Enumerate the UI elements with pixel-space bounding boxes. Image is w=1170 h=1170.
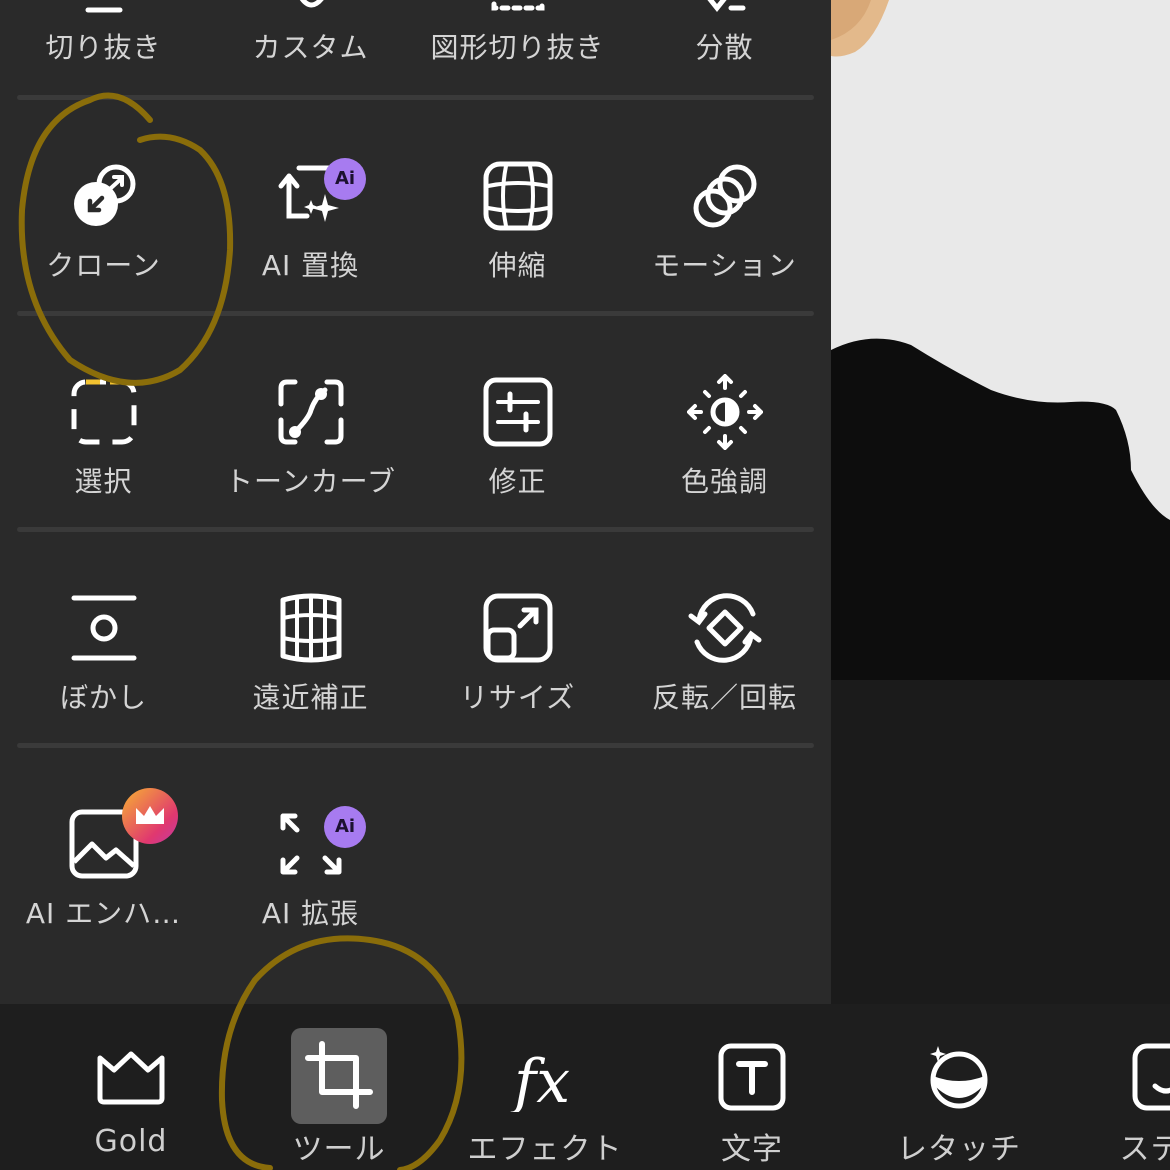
tool-tone-curve[interactable]: トーンカーブ	[207, 374, 414, 574]
divider	[17, 311, 814, 316]
fx-icon: fx	[510, 1042, 580, 1117]
tool-color-enhance[interactable]: 色強調	[621, 373, 828, 574]
tab-label: ステッ	[1119, 1132, 1170, 1167]
photo-preview	[831, 0, 1170, 1004]
retouch-icon	[924, 1042, 994, 1112]
tab-effects[interactable]: fx エフェクト	[445, 1004, 645, 1170]
tool-resize[interactable]: リサイズ	[414, 590, 621, 790]
svg-text:fx: fx	[510, 1047, 570, 1112]
crop-icon	[304, 1040, 374, 1110]
flip-rotate-icon	[687, 590, 763, 666]
tool-label: リサイズ	[459, 681, 576, 714]
tab-label: レタッチ	[897, 1132, 1021, 1167]
tool-label: 反転／回転	[651, 681, 797, 714]
tools-panel: 切り抜き カスタム 図形切り抜き 分散 クローン Ai AI 置換 伸縮 モーシ…	[0, 0, 831, 1004]
tool-label: AI 置換	[261, 249, 360, 282]
stretch-icon	[480, 158, 556, 234]
tool-label: 遠近補正	[252, 681, 369, 714]
tool-label: AI 拡張	[261, 897, 360, 930]
tool-ai-replace[interactable]: Ai AI 置換	[207, 158, 414, 358]
tool-blur[interactable]: ぼかし	[0, 590, 207, 790]
clone-icon	[66, 158, 142, 234]
tool-label: ぼかし	[59, 681, 147, 714]
select-icon	[66, 374, 142, 450]
blur-icon	[66, 590, 142, 666]
tool-shape-cutout[interactable]: 図形切り抜き	[414, 0, 621, 154]
tab-tools[interactable]: ツール	[0, 1004, 460, 1170]
tool-label: 伸縮	[488, 249, 547, 282]
tab-text[interactable]: 文字	[652, 1004, 852, 1170]
tool-label: トーンカーブ	[225, 465, 396, 498]
tab-retouch[interactable]: レタッチ	[859, 1004, 1059, 1170]
tool-label: 修正	[488, 465, 547, 498]
tool-disperse[interactable]: 分散	[621, 0, 828, 154]
tool-label: 切り抜き	[45, 31, 162, 64]
motion-icon	[687, 158, 763, 234]
ai-badge: Ai	[324, 158, 366, 200]
tool-label: 図形切り抜き	[430, 31, 605, 64]
crown-badge	[122, 788, 178, 844]
tool-motion[interactable]: モーション	[621, 158, 828, 358]
perspective-icon	[273, 590, 349, 666]
tab-label: ツール	[292, 1132, 386, 1167]
divider	[17, 527, 814, 532]
tool-adjust[interactable]: 修正	[414, 374, 621, 574]
tool-clone[interactable]: クローン	[0, 158, 207, 358]
adjust-icon	[480, 374, 556, 450]
tool-label: カスタム	[252, 31, 369, 64]
tool-cutout[interactable]: 切り抜き	[0, 0, 207, 154]
tone-curve-icon	[273, 374, 349, 450]
sticker-icon	[1131, 1042, 1170, 1112]
tool-ai-enhance[interactable]: AI エンハ…	[0, 788, 207, 1006]
tool-perspective[interactable]: 遠近補正	[207, 590, 414, 790]
tab-sticker[interactable]: ステッ	[1066, 1004, 1170, 1170]
bottom-toolbar: Gold ツール fx エフェクト 文字 レタッチ ステッ	[0, 1004, 1170, 1170]
tool-label: 選択	[74, 465, 133, 498]
tool-label: クローン	[46, 249, 161, 282]
tool-label: AI エンハ…	[25, 897, 182, 930]
tool-flip-rotate[interactable]: 反転／回転	[621, 590, 828, 790]
tool-label: 色強調	[680, 465, 768, 498]
color-enhance-icon	[686, 373, 764, 451]
tool-custom[interactable]: カスタム	[207, 0, 414, 154]
tool-stretch[interactable]: 伸縮	[414, 158, 621, 358]
tool-label: 分散	[695, 31, 754, 64]
tool-label: モーション	[652, 249, 797, 282]
text-icon	[717, 1042, 787, 1112]
divider	[17, 95, 814, 100]
ai-badge: Ai	[324, 806, 366, 848]
divider	[17, 743, 814, 748]
tab-label: 文字	[721, 1132, 783, 1167]
resize-icon	[480, 590, 556, 666]
tab-label: エフェクト	[467, 1132, 623, 1167]
tool-ai-expand[interactable]: Ai AI 拡張	[207, 806, 414, 1006]
tool-select[interactable]: 選択	[0, 374, 207, 574]
